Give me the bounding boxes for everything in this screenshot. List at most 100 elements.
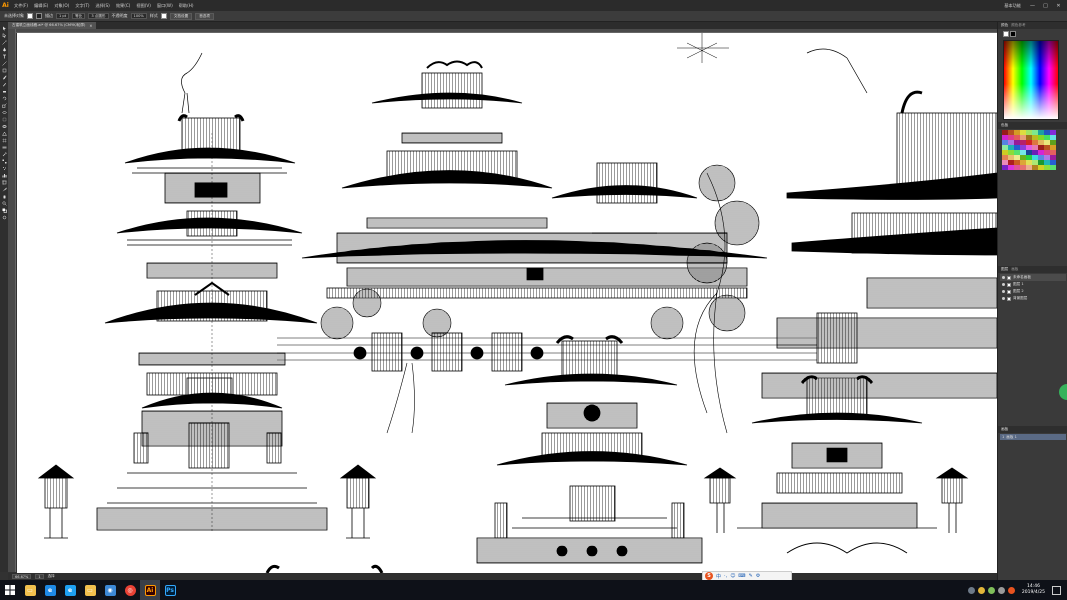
visibility-eye-icon[interactable] [1002, 290, 1005, 293]
magic-wand-tool-icon[interactable] [1, 39, 7, 45]
type-tool-icon[interactable] [1, 53, 7, 59]
ime-handwrite-icon[interactable]: ✎ [749, 573, 753, 579]
taskbar-chrome-icon[interactable]: ◎ [120, 580, 140, 600]
start-button-icon[interactable] [0, 580, 20, 600]
eyedropper-tool-icon[interactable] [1, 151, 7, 157]
line-style-select[interactable]: 等比 [72, 13, 86, 19]
maximize-button[interactable]: □ [1041, 3, 1050, 9]
taskbar-file-explorer-icon[interactable]: ▭ [20, 580, 40, 600]
zoom-tool-icon[interactable] [1, 200, 7, 206]
menu-type[interactable]: 文字(T) [72, 3, 92, 9]
fill-color-swatch[interactable] [1003, 31, 1009, 37]
ime-emoji-icon[interactable]: ☺ [730, 573, 735, 579]
layer-row[interactable]: 未命名画板 [1000, 274, 1066, 281]
artboard-row[interactable]: 1 画板 1 [1000, 434, 1066, 440]
tab-color[interactable]: 颜色 [1001, 23, 1008, 28]
ime-keyboard-icon[interactable]: ⌨ [738, 573, 745, 579]
blend-tool-icon[interactable] [1, 158, 7, 164]
swatch-grid[interactable] [1002, 130, 1056, 170]
menu-edit[interactable]: 编辑(E) [31, 3, 51, 9]
drawing-mode-icon[interactable] [1, 214, 7, 220]
visibility-eye-icon[interactable] [1002, 283, 1005, 286]
symbol-sprayer-tool-icon[interactable] [1, 165, 7, 171]
preferences-button[interactable]: 首选项 [195, 12, 214, 20]
brush-select[interactable]: 3 点圆形 [88, 13, 109, 19]
document-setup-button[interactable]: 文档设置 [169, 12, 193, 20]
menu-window[interactable]: 窗口(W) [154, 3, 176, 9]
tab-artboards-panel[interactable]: 画板 [1001, 427, 1008, 432]
vertical-ruler[interactable] [8, 29, 16, 572]
visibility-eye-icon[interactable] [1002, 297, 1005, 300]
mesh-tool-icon[interactable] [1, 137, 7, 143]
layer-row[interactable]: 图层 1 [1000, 281, 1066, 288]
taskbar-edge-icon[interactable]: e [40, 580, 60, 600]
stroke-weight-input[interactable]: 1 pt [56, 13, 70, 19]
menu-view[interactable]: 视图(V) [133, 3, 154, 9]
menu-object[interactable]: 对象(O) [51, 3, 72, 9]
column-graph-tool-icon[interactable] [1, 172, 7, 178]
gradient-tool-icon[interactable] [1, 144, 7, 150]
document-tab[interactable]: 古建筑立面线稿.ai* @ 66.67% (CMYK/轮廓) ✕ [8, 22, 97, 29]
ime-mode-toggle[interactable]: 中 [716, 573, 721, 580]
direct-selection-tool-icon[interactable] [1, 32, 7, 38]
menu-help[interactable]: 帮助(H) [176, 3, 197, 9]
close-window-button[interactable]: ✕ [1054, 3, 1063, 9]
menu-effect[interactable]: 效果(C) [113, 3, 134, 9]
workspace-switcher[interactable]: 基本功能 [1001, 3, 1024, 9]
artboard-canvas[interactable] [17, 33, 997, 573]
eraser-tool-icon[interactable] [1, 88, 7, 94]
free-transform-tool-icon[interactable] [1, 116, 7, 122]
ime-punctuation-icon[interactable]: ·, [724, 573, 727, 579]
zoom-level-select[interactable]: 66.67% [12, 574, 32, 579]
style-swatch[interactable] [160, 13, 167, 19]
artboard-tool-icon[interactable] [1, 179, 7, 185]
pen-tool-icon[interactable] [1, 46, 7, 52]
color-swatch[interactable] [1050, 165, 1056, 170]
ime-tray-icon[interactable] [1007, 586, 1015, 594]
layer-row[interactable]: 背景图层 [1000, 295, 1066, 302]
layer-row[interactable]: 图层 2 [1000, 288, 1066, 295]
tab-swatches[interactable]: 色板 [1001, 123, 1008, 128]
menu-file[interactable]: 文件(F) [11, 3, 31, 9]
taskbar-illustrator-icon[interactable]: Ai [140, 580, 160, 600]
line-tool-icon[interactable] [1, 60, 7, 66]
close-tab-icon[interactable]: ✕ [89, 24, 92, 28]
menu-bar: Ai 文件(F) 编辑(E) 对象(O) 文字(T) 选择(S) 效果(C) 视… [0, 0, 1067, 11]
slice-tool-icon[interactable] [1, 186, 7, 192]
notification-center-icon[interactable] [1052, 585, 1061, 595]
stroke-color-swatch[interactable] [1010, 31, 1016, 37]
fill-stroke-swatches-icon[interactable] [1, 207, 7, 213]
selection-tool-icon[interactable] [1, 25, 7, 31]
tray-app-icon[interactable] [977, 586, 985, 594]
pencil-tool-icon[interactable] [1, 81, 7, 87]
taskbar-folder-icon[interactable]: ▭ [80, 580, 100, 600]
taskbar-camera-icon[interactable]: ◉ [100, 580, 120, 600]
minimize-button[interactable]: — [1028, 3, 1037, 9]
network-icon[interactable] [967, 586, 975, 594]
stroke-swatch[interactable] [36, 13, 42, 19]
shape-builder-tool-icon[interactable] [1, 123, 7, 129]
scale-tool-icon[interactable] [1, 102, 7, 108]
volume-icon[interactable] [997, 586, 1005, 594]
color-spectrum[interactable] [1003, 40, 1059, 120]
system-clock[interactable]: 14:46 2019/4/25 [1022, 584, 1045, 596]
visibility-eye-icon[interactable] [1002, 276, 1005, 279]
opacity-input[interactable]: 100% [130, 13, 147, 19]
sogou-logo-icon[interactable]: S [705, 572, 713, 580]
tab-color-guide[interactable]: 颜色参考 [1011, 23, 1025, 28]
menu-select[interactable]: 选择(S) [93, 3, 113, 9]
tab-artboards[interactable]: 画板 [1011, 267, 1018, 272]
width-tool-icon[interactable] [1, 109, 7, 115]
perspective-grid-tool-icon[interactable] [1, 130, 7, 136]
fill-swatch[interactable] [27, 13, 33, 19]
hand-tool-icon[interactable] [1, 193, 7, 199]
taskbar-ie-icon[interactable]: e [60, 580, 80, 600]
tab-layers[interactable]: 图层 [1001, 267, 1008, 272]
paintbrush-tool-icon[interactable] [1, 74, 7, 80]
rotate-tool-icon[interactable] [1, 95, 7, 101]
taskbar-photoshop-icon[interactable]: Ps [160, 580, 180, 600]
ime-settings-icon[interactable]: ⚙ [756, 573, 760, 579]
tray-app-icon-2[interactable] [987, 586, 995, 594]
rectangle-tool-icon[interactable] [1, 67, 7, 73]
artboard-navigator[interactable]: 1 [35, 574, 44, 579]
